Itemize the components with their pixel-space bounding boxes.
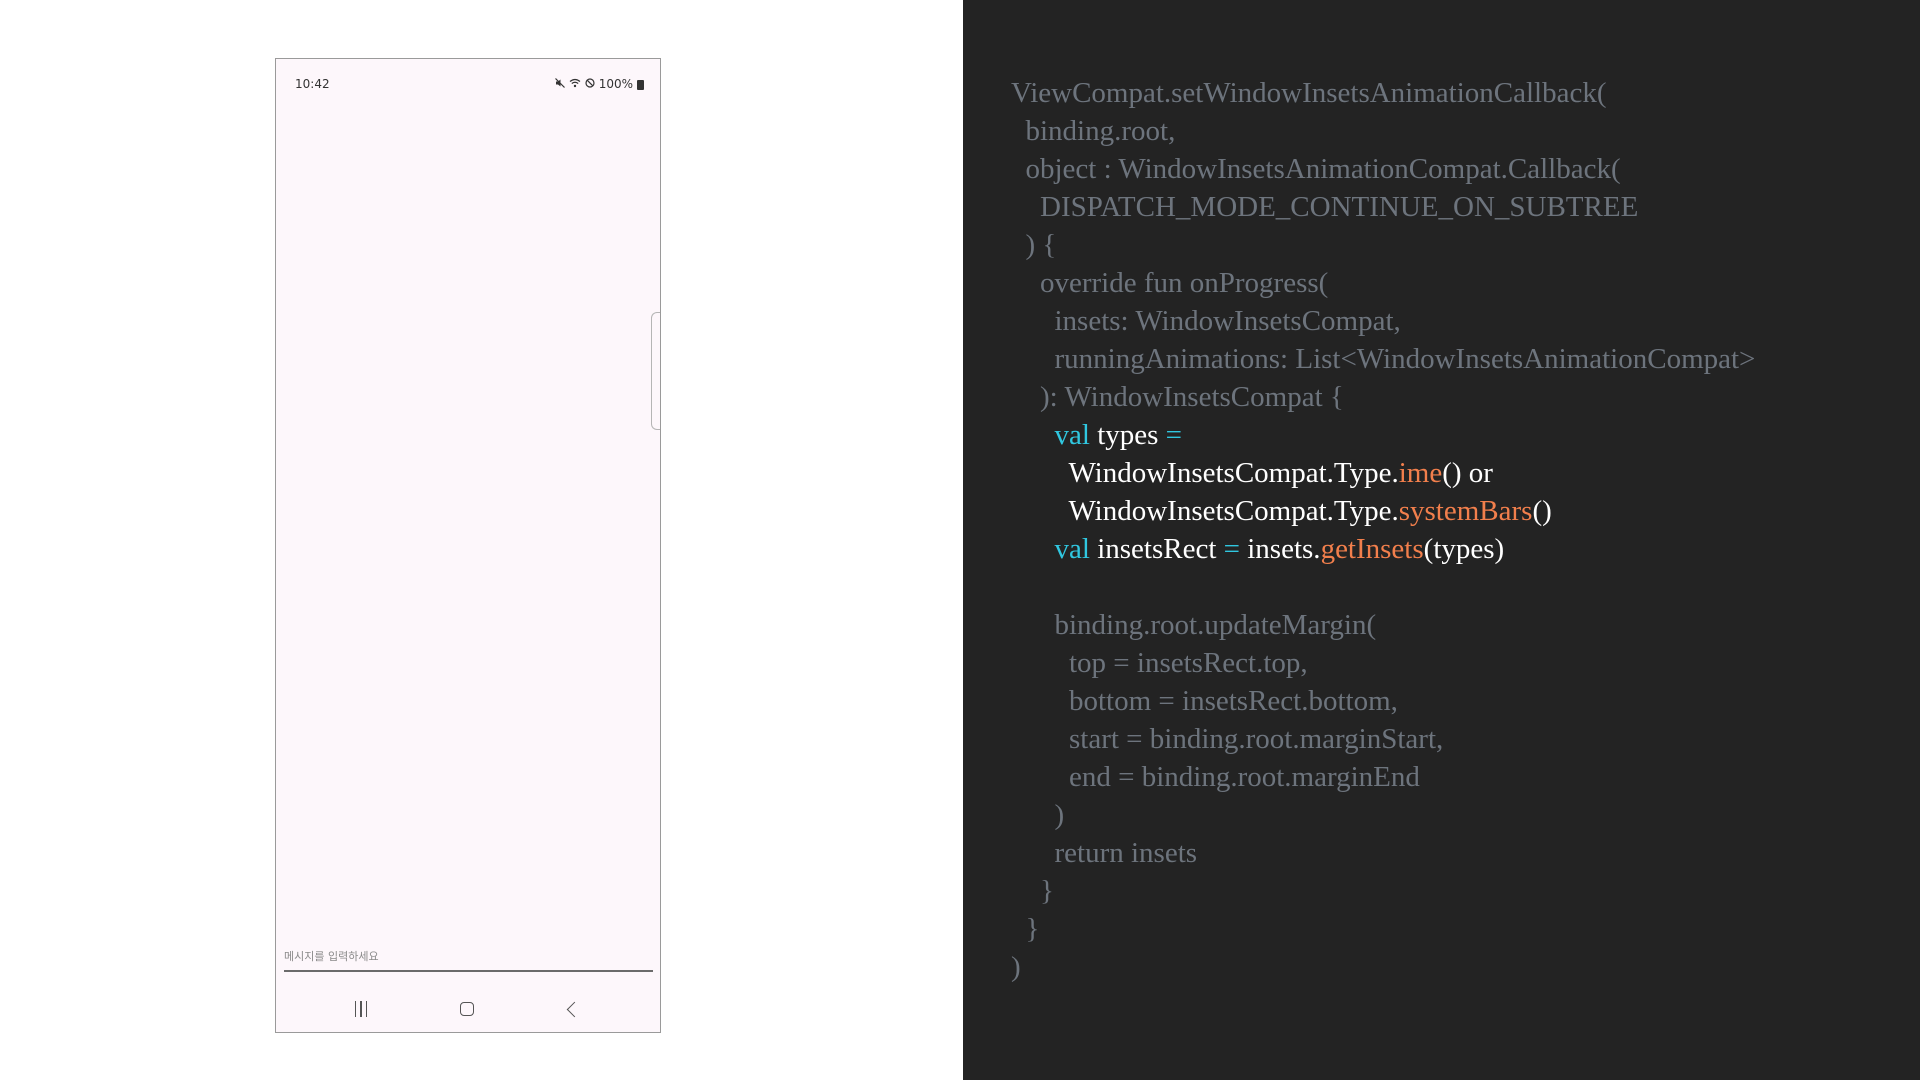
mute-icon xyxy=(554,77,565,91)
code-token: val xyxy=(1054,533,1090,565)
wifi-icon xyxy=(569,77,581,91)
code-line: start = binding.root.marginStart, xyxy=(1011,720,1755,758)
code-token: binding.root.updateMargin( xyxy=(1011,609,1377,641)
code-line: override fun onProgress( xyxy=(1011,264,1755,302)
code-token: binding.root, xyxy=(1011,115,1176,147)
code-line: ViewCompat.setWindowInsetsAnimationCallb… xyxy=(1011,74,1755,112)
code-line: return insets xyxy=(1011,834,1755,872)
code-line: object : WindowInsetsAnimationCompat.Cal… xyxy=(1011,150,1755,188)
code-token: top = insetsRect.top, xyxy=(1011,647,1308,679)
code-line: WindowInsetsCompat.Type.systemBars() xyxy=(1011,492,1755,530)
code-token: = xyxy=(1165,419,1183,451)
code-token: ViewCompat.setWindowInsetsAnimationCallb… xyxy=(1011,77,1607,109)
code-line: bottom = insetsRect.bottom, xyxy=(1011,682,1755,720)
code-line: val types = xyxy=(1011,416,1755,454)
phone-preview-area: 10:42 100% 메시지를 입력하세요 xyxy=(0,0,963,1080)
code-token: val xyxy=(1054,419,1090,451)
message-input-container xyxy=(284,942,653,972)
code-line: WindowInsetsCompat.Type.ime() or xyxy=(1011,454,1755,492)
code-token: types xyxy=(1089,419,1166,451)
code-token: WindowInsetsCompat.Type. xyxy=(1011,495,1399,527)
code-token: () or xyxy=(1442,457,1493,489)
code-line: ) xyxy=(1011,796,1755,834)
code-token: runningAnimations: List<WindowInsetsAnim… xyxy=(1011,343,1756,375)
do-not-disturb-icon xyxy=(585,77,595,91)
code-line: ) { xyxy=(1011,226,1755,264)
code-token: ): WindowInsetsCompat { xyxy=(1011,381,1344,413)
code-token: } xyxy=(1011,875,1054,907)
code-token: override fun onProgress( xyxy=(1011,267,1329,299)
code-token: ime xyxy=(1398,457,1443,489)
code-token: object : WindowInsetsAnimationCompat.Cal… xyxy=(1011,153,1621,185)
code-token: = xyxy=(1223,533,1240,565)
code-line: binding.root.updateMargin( xyxy=(1011,606,1755,644)
code-token: () xyxy=(1532,495,1552,527)
code-line: top = insetsRect.top, xyxy=(1011,644,1755,682)
slide: 10:42 100% 메시지를 입력하세요 ViewCompat.setWind… xyxy=(0,0,1920,1080)
code-token: (types) xyxy=(1423,533,1505,565)
recents-button[interactable] xyxy=(346,997,376,1021)
code-line: insets: WindowInsetsCompat, xyxy=(1011,302,1755,340)
phone-screen: 10:42 100% 메시지를 입력하세요 xyxy=(275,58,661,1033)
code-line: } xyxy=(1011,910,1755,948)
battery-icon xyxy=(637,80,644,90)
code-token: end = binding.root.marginEnd xyxy=(1011,761,1420,793)
navigation-bar xyxy=(276,989,660,1029)
code-token: start = binding.root.marginStart, xyxy=(1011,723,1444,755)
back-button[interactable] xyxy=(557,997,587,1021)
status-bar: 10:42 100% xyxy=(276,75,660,95)
edge-panel-handle[interactable] xyxy=(651,312,660,430)
code-panel: ViewCompat.setWindowInsetsAnimationCallb… xyxy=(963,0,1920,1080)
home-icon xyxy=(460,1002,474,1016)
code-token: } xyxy=(1011,913,1040,945)
code-line: ) xyxy=(1011,948,1755,986)
code-token: ) xyxy=(1011,951,1021,983)
code-token: getInsets xyxy=(1320,533,1424,565)
back-icon xyxy=(566,1001,582,1017)
code-token: systemBars xyxy=(1398,495,1533,527)
status-time: 10:42 xyxy=(295,77,330,91)
code-line: DISPATCH_MODE_CONTINUE_ON_SUBTREE xyxy=(1011,188,1755,226)
code-token: ) { xyxy=(1011,229,1057,261)
code-line: end = binding.root.marginEnd xyxy=(1011,758,1755,796)
code-token: WindowInsetsCompat.Type. xyxy=(1011,457,1399,489)
code-line: val insetsRect = insets.getInsets(types) xyxy=(1011,530,1755,568)
code-token: bottom = insetsRect.bottom, xyxy=(1011,685,1398,717)
code-token: return insets xyxy=(1011,837,1198,869)
code-block: ViewCompat.setWindowInsetsAnimationCallb… xyxy=(1011,74,1755,986)
code-token: insets. xyxy=(1240,533,1321,565)
code-token: ) xyxy=(1011,799,1065,831)
home-button[interactable] xyxy=(452,997,482,1021)
code-line: } xyxy=(1011,872,1755,910)
message-input[interactable] xyxy=(284,942,653,970)
status-icons: 100% xyxy=(554,77,644,91)
recents-icon xyxy=(354,1001,368,1017)
code-line: ): WindowInsetsCompat { xyxy=(1011,378,1755,416)
code-line: binding.root, xyxy=(1011,112,1755,150)
code-token: insetsRect xyxy=(1089,533,1224,565)
battery-text: 100% xyxy=(598,77,633,91)
code-line: runningAnimations: List<WindowInsetsAnim… xyxy=(1011,340,1756,378)
code-token: DISPATCH_MODE_CONTINUE_ON_SUBTREE xyxy=(1011,191,1639,223)
code-token: insets: WindowInsetsCompat, xyxy=(1011,305,1401,337)
